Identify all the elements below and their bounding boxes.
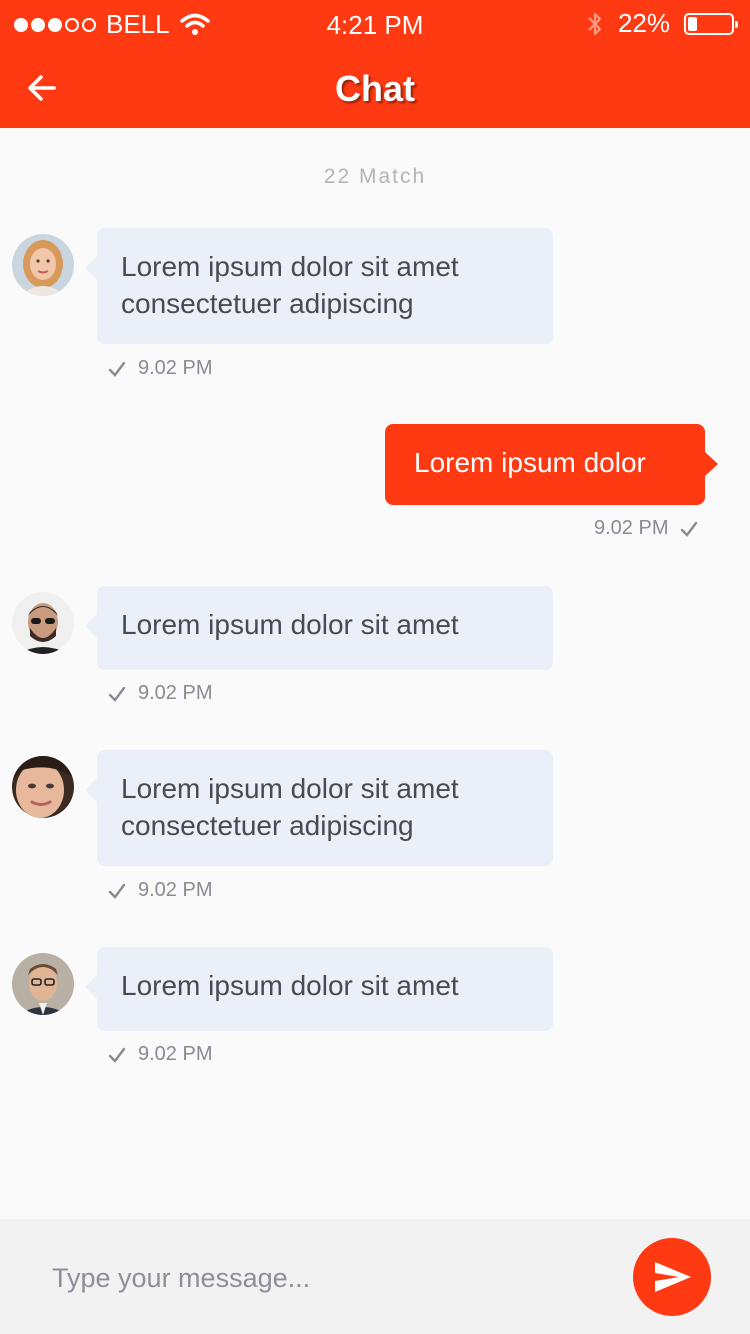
message-bubble-incoming[interactable]: Lorem ipsum dolor sit amet consectetuer …	[85, 228, 553, 344]
message-time: 9.02 PM	[138, 682, 213, 704]
checkmark-icon	[108, 686, 126, 702]
battery-icon	[684, 12, 738, 35]
message-time: 9.02 PM	[138, 1043, 213, 1065]
message-bubble-incoming[interactable]: Lorem ipsum dolor sit amet	[85, 586, 553, 670]
checkmark-icon	[108, 1047, 126, 1063]
message-text-line: consectetuer adipiscing	[121, 810, 414, 841]
avatar[interactable]	[12, 756, 74, 818]
battery-fill	[688, 16, 697, 31]
message-input[interactable]	[50, 1255, 594, 1301]
checkmark-icon	[108, 883, 126, 899]
message-bubble-incoming[interactable]: Lorem ipsum dolor sit amet	[85, 947, 553, 1031]
status-right: 22%	[586, 8, 738, 39]
checkmark-icon	[681, 521, 698, 537]
date-separator: 22 Match	[323, 165, 427, 188]
page-title: Chat	[335, 68, 415, 109]
avatar[interactable]	[12, 953, 74, 1015]
battery-percent: 22%	[617, 8, 670, 38]
avatar-woman-blonde	[12, 234, 74, 296]
message-meta: 9.02 PM	[108, 682, 212, 705]
send-button[interactable]	[633, 1238, 711, 1316]
send-icon	[655, 1262, 691, 1292]
message-meta: 9.02 PM	[108, 1043, 212, 1066]
avatar-woman-closeup	[12, 756, 74, 818]
checkmark-icon	[108, 361, 126, 377]
message-text-line: Lorem ipsum dolor	[414, 447, 646, 478]
status-bar: BELL 4:21 PM 22%	[0, 0, 750, 48]
avatar-man-sunglasses	[12, 592, 74, 654]
message-time: 9.02 PM	[138, 357, 213, 379]
header-bar: BELL 4:21 PM 22% Chat	[0, 0, 750, 128]
message-text-line: Lorem ipsum dolor sit amet	[121, 773, 459, 804]
avatar[interactable]	[12, 234, 74, 296]
bluetooth-icon	[588, 12, 602, 35]
nav-bar: Chat	[0, 48, 750, 128]
avatar-man-glasses	[12, 953, 74, 1015]
message-bubble-outgoing[interactable]: Lorem ipsum dolor	[385, 424, 718, 505]
message-time: 9.02 PM	[594, 517, 669, 539]
message-text-line: Lorem ipsum dolor sit amet	[121, 251, 459, 282]
message-text-line: consectetuer adipiscing	[121, 288, 414, 319]
message-time: 9.02 PM	[138, 879, 213, 901]
message-meta: 9.02 PM	[108, 357, 212, 380]
avatar[interactable]	[12, 592, 74, 654]
message-bubble-incoming[interactable]: Lorem ipsum dolor sit amet consectetuer …	[85, 750, 553, 866]
message-text-line: Lorem ipsum dolor sit amet	[121, 609, 459, 640]
message-text-line: Lorem ipsum dolor sit amet	[121, 970, 459, 1001]
message-meta: 9.02 PM	[108, 879, 212, 902]
message-meta: 9.02 PM	[594, 517, 698, 540]
